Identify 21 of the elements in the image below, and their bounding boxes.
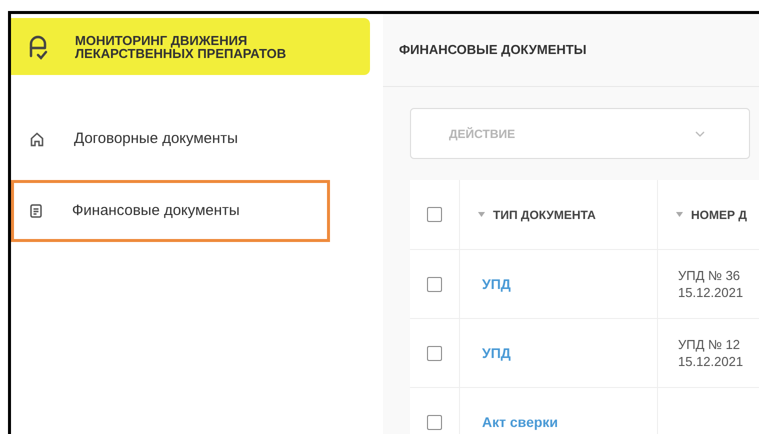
checkbox[interactable] [427, 414, 442, 430]
checkbox[interactable] [427, 346, 442, 360]
chevron-down-icon [695, 130, 705, 136]
checkbox[interactable] [427, 276, 442, 292]
dropdown-placeholder: ДЕЙСТВИЕ [449, 126, 516, 142]
page-title: ФИНАНСОВЫЕ ДОКУМЕНТЫ [399, 41, 586, 60]
logo-icon [27, 34, 49, 60]
sidebar-item[interactable]: Договорные документы [11, 108, 330, 170]
sort-arrow-icon [676, 212, 683, 217]
table-cell-text: УПД № 12 [678, 336, 742, 353]
checkbox[interactable] [427, 207, 442, 222]
column-header[interactable]: НОМЕР Д [691, 206, 747, 224]
table-cell-text: 15.12.2021 [678, 353, 744, 370]
app-title: МОНИТОРИНГ ДВИЖЕНИЯ ЛЕКАРСТВЕННЫХ ПРЕПАРАТОВ [75, 34, 288, 60]
sort-arrow-icon [478, 212, 485, 217]
document-icon [30, 204, 42, 218]
column-header[interactable]: ТИП ДОКУМЕНТА [493, 206, 596, 224]
table-cell-text: 15.12.2021 [678, 284, 744, 301]
home-icon [30, 132, 44, 146]
table-cell-text: УПД № 36 [678, 267, 742, 284]
sidebar-item[interactable]: Финансовые документы [11, 180, 330, 242]
